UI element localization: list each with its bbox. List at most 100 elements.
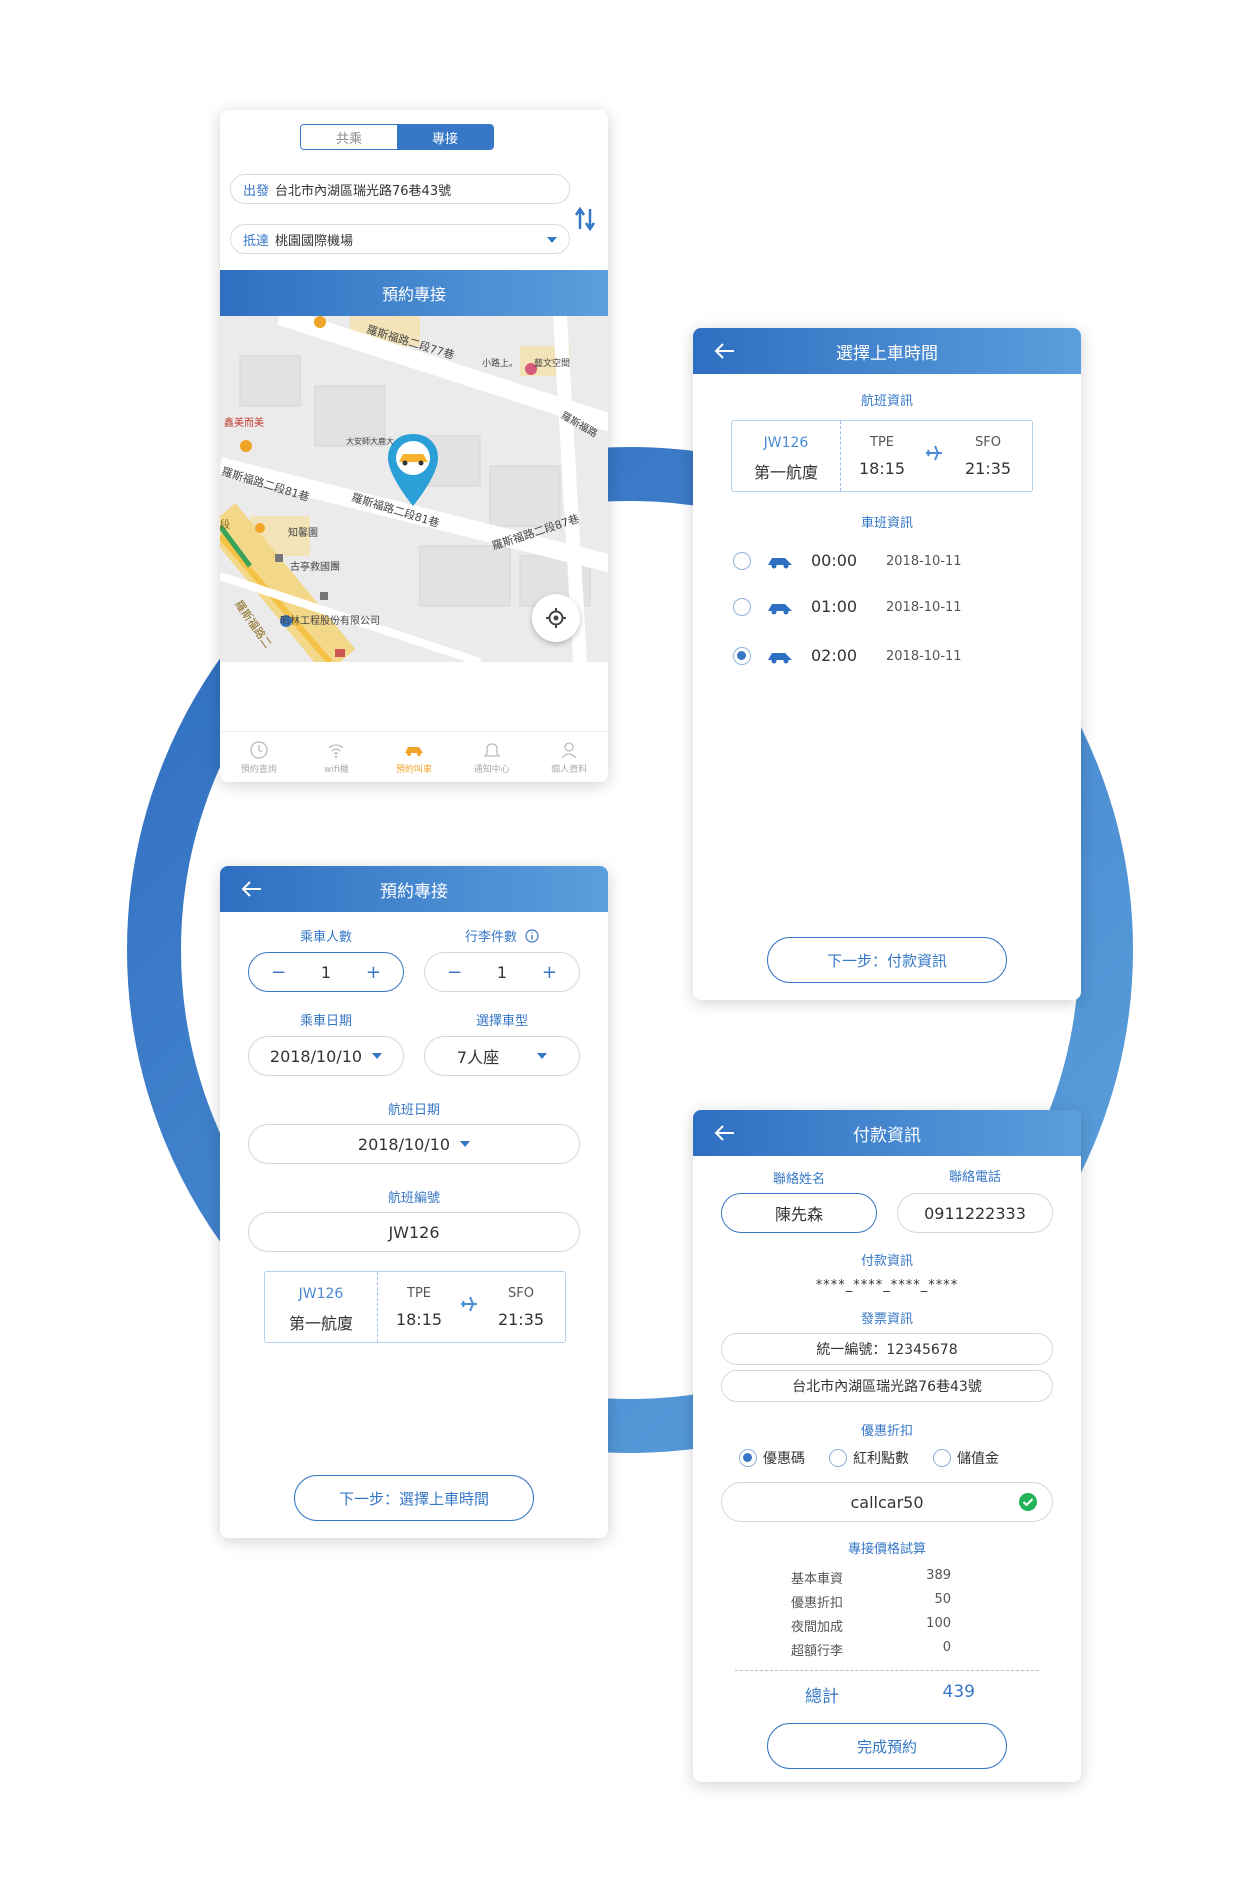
luggage-stepper[interactable]: − 1 + [424,952,580,992]
flight-code: JW126 [298,1286,344,1302]
coupon-input[interactable]: callcar50 [721,1482,1053,1522]
map-label: 大安師大鹿大 [346,437,394,446]
shuttle-section-title: 車班資訊 [860,516,913,531]
tax-id-field[interactable]: 統一編號：12345678 [721,1333,1053,1365]
contact-name-input[interactable]: 陳先森 [721,1193,877,1233]
header: 預約專接 [220,866,608,912]
payment-section-title: 付款資訊 [860,1254,913,1269]
discount-option-label: 優惠碼 [763,1451,805,1467]
contact-name-label: 聯絡姓名 [772,1172,825,1187]
slot-date: 2018-10-11 [886,600,962,615]
tax-id-value: 統一編號：12345678 [816,1342,958,1358]
tab-profile[interactable]: 個人資料 [530,732,608,782]
ride-date-select[interactable]: 2018/10/10 [248,1036,404,1076]
ride-date-label: 乘車日期 [299,1014,352,1029]
next-time-button[interactable]: 下一步：選擇上車時間 [294,1475,534,1521]
booking-screen: 預約專接 乘車人數 行李件數 − 1 + − 1 + 乘車日期 選擇車型 201… [220,866,608,1538]
page-title: 付款資訊 [853,1125,921,1146]
luggage-value: 1 [496,962,508,982]
chevron-down-icon [547,237,557,243]
next-payment-button[interactable]: 下一步：付款資訊 [767,937,1007,983]
chevron-down-icon [537,1053,548,1059]
back-arrow-icon[interactable] [713,1121,737,1145]
map-screen: 共乘 專接 出發 台北市內湖區瑞光路76巷43號 抵達 桃園國際機場 預約專接 [220,110,608,782]
map-label: 古亭救國團 [290,562,340,573]
slot-row[interactable]: 02:00 2018-10-11 [693,641,1081,673]
destination-airport: SFO [975,435,1001,450]
tab-wifi[interactable]: wifi機 [298,732,376,782]
flight-card: JW126 第一航廈 TPE 18:15 SFO 21:35 [731,420,1033,492]
plus-button[interactable]: + [366,962,381,983]
airplane-icon [461,1296,477,1312]
slot-time: 01:00 [811,597,858,616]
discount-option-label: 紅利點數 [853,1451,909,1467]
tab-reservations[interactable]: 預約查詢 [220,732,298,782]
discount-radio[interactable] [829,1449,847,1467]
discount-radio[interactable] [933,1449,951,1467]
total-row: 總計 439 [805,1682,975,1707]
car-icon [768,558,792,569]
tab-label: 通知中心 [473,764,510,775]
tab-label: 預約查詢 [240,764,277,775]
car-type-select[interactable]: 7人座 [424,1036,580,1076]
origin-airport: TPE [407,1286,431,1301]
info-icon[interactable] [525,929,539,943]
tab-label: 個人資料 [551,764,588,775]
slot-row[interactable]: 00:00 2018-10-11 [693,546,1081,578]
contact-phone-input[interactable]: 0911222333 [897,1193,1053,1233]
car-icon [404,746,423,756]
arrival-time: 21:35 [964,459,1012,478]
discount-option-coupon[interactable]: 優惠碼 [739,1448,805,1468]
origin-airport: TPE [870,435,894,450]
minus-button[interactable]: − [447,962,462,983]
slot-radio[interactable] [733,598,751,616]
flight-number-input[interactable]: JW126 [248,1212,580,1252]
card-number: ****_****_****_**** [815,1278,959,1293]
chevron-down-icon [372,1053,383,1059]
back-arrow-icon[interactable] [240,877,264,901]
tab-book-car[interactable]: 預約叫車 [375,732,453,782]
discount-option-points[interactable]: 紅利點數 [829,1448,909,1468]
price-row: 基本車資 389 [791,1568,951,1587]
book-private-button[interactable]: 預約專接 [220,270,608,316]
price-value: 0 [942,1640,951,1655]
slot-radio[interactable] [733,647,751,665]
bottom-tab-bar: 預約查詢 wifi機 預約叫車 通知中心 個人資料 [220,731,608,782]
discount-option-stored-value[interactable]: 儲值金 [933,1448,999,1468]
plus-button[interactable]: + [542,962,557,983]
flight-date-select[interactable]: 2018/10/10 [248,1124,580,1164]
back-arrow-icon[interactable] [713,339,737,363]
price-label: 基本車資 [791,1572,844,1587]
estimate-section-title: 專接價格試算 [847,1542,926,1557]
complete-booking-button[interactable]: 完成預約 [767,1723,1007,1769]
map-view[interactable]: 羅斯福路二段77巷 小路上。 藝文空間 羅斯福路 鑫美而美 大安師大鹿大 羅斯福… [220,316,608,662]
slot-radio[interactable] [733,552,751,570]
luggage-label: 行李件數 [464,930,517,945]
flight-terminal: 第一航廈 [753,463,818,482]
destination-field[interactable]: 抵達 桃園國際機場 [230,224,570,254]
invoice-address-value: 台北市內湖區瑞光路76巷43號 [792,1379,982,1395]
tab-notifications[interactable]: 通知中心 [453,732,531,782]
swap-icon[interactable] [574,205,596,233]
map-label: 鑫美而美 [224,418,264,429]
passengers-stepper[interactable]: − 1 + [248,952,404,992]
locate-button[interactable] [532,594,580,642]
origin-label: 出發 [243,183,270,199]
flight-date-label: 航班日期 [387,1103,440,1118]
service-segment: 共乘 專接 [300,124,494,150]
invoice-address-field[interactable]: 台北市內湖區瑞光路76巷43號 [721,1370,1053,1402]
discount-radio[interactable] [739,1449,757,1467]
slot-time: 00:00 [811,551,858,570]
divider [735,1670,1039,1671]
destination-value: 桃園國際機場 [275,233,354,249]
slot-row[interactable]: 01:00 2018-10-11 [693,592,1081,624]
price-label: 超額行李 [791,1644,844,1659]
segment-private[interactable]: 專接 [397,125,493,149]
segment-shared[interactable]: 共乘 [301,125,397,149]
price-row: 超額行李 0 [791,1640,951,1659]
origin-field[interactable]: 出發 台北市內湖區瑞光路76巷43號 [230,174,570,204]
minus-button[interactable]: − [271,962,286,983]
map-label: 段 [220,520,230,531]
bell-icon [483,742,501,757]
car-icon [768,653,792,664]
